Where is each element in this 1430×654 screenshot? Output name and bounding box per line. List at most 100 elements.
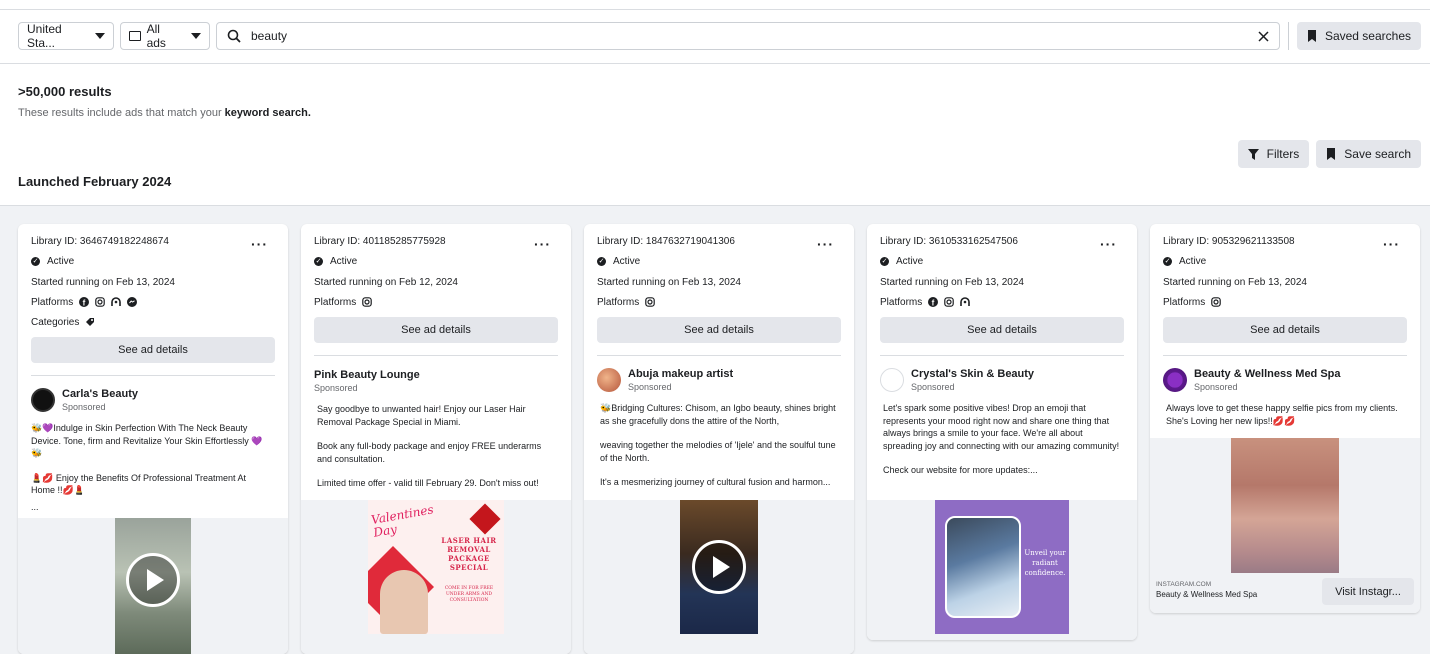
filters-label: Filters xyxy=(1266,147,1300,161)
chevron-down-icon xyxy=(95,33,105,39)
advertiser: Pink Beauty Lounge Sponsored xyxy=(314,369,558,393)
advertiser-name[interactable]: Beauty & Wellness Med Spa xyxy=(1194,368,1341,380)
advertiser-name[interactable]: Abuja makeup artist xyxy=(628,368,733,380)
see-ad-details-button[interactable]: See ad details xyxy=(880,317,1124,343)
more-options-icon[interactable]: ··· xyxy=(817,236,834,252)
ad-text: It's a mesmerizing journey of cultural f… xyxy=(600,477,831,487)
bookmark-icon xyxy=(1307,30,1316,42)
saved-searches-button[interactable]: Saved searches xyxy=(1296,22,1421,50)
save-search-button[interactable]: Save search xyxy=(1316,140,1421,168)
avatar[interactable] xyxy=(880,368,904,392)
search-query[interactable]: beauty xyxy=(251,29,1258,43)
ad-image[interactable] xyxy=(1231,438,1339,573)
header-divider xyxy=(0,63,1430,64)
ad-text: Always love to get these happy selfie pi… xyxy=(1166,403,1398,426)
more-options-icon[interactable]: ··· xyxy=(1100,236,1117,252)
card-divider xyxy=(597,355,841,356)
platforms-label: Platforms xyxy=(314,296,357,308)
library-id: Library ID: 3610533162547506 xyxy=(880,236,1018,247)
advertiser-name[interactable]: Pink Beauty Lounge xyxy=(314,369,420,381)
close-icon[interactable] xyxy=(1258,30,1269,42)
ad-image[interactable]: Unveil your radiant confidence. xyxy=(935,500,1069,634)
card-divider xyxy=(314,355,558,356)
ad-text: Limited time offer - valid till February… xyxy=(317,478,539,488)
ad-type-dropdown[interactable]: All ads xyxy=(120,22,210,50)
avatar[interactable] xyxy=(597,368,621,392)
avatar[interactable] xyxy=(31,388,55,412)
link-footer[interactable]: INSTAGRAM.COM Beauty & Wellness Med Spa … xyxy=(1150,573,1420,613)
play-icon[interactable] xyxy=(126,553,180,607)
search-bar: United Sta... All ads beauty Saved searc… xyxy=(18,22,1421,50)
chevron-down-icon xyxy=(191,33,201,39)
top-divider xyxy=(0,9,1430,10)
search-input[interactable]: beauty xyxy=(216,22,1280,50)
results-subtitle-bold: keyword search. xyxy=(224,107,311,119)
platforms-row: Platforms xyxy=(597,296,841,308)
status-row: ✓ Active xyxy=(597,255,841,267)
platforms-label: Platforms xyxy=(1163,296,1206,308)
see-ad-details-button[interactable]: See ad details xyxy=(597,317,841,343)
library-id: Library ID: 3646749182248674 xyxy=(31,236,169,247)
ad-media[interactable] xyxy=(1150,438,1420,573)
instagram-icon xyxy=(944,297,955,307)
platforms-label: Platforms xyxy=(31,296,74,308)
more-options-icon[interactable]: ··· xyxy=(534,236,551,252)
ad-body: 🐝Bridging Cultures: Chisom, an Igbo beau… xyxy=(597,402,841,489)
heart-icon xyxy=(469,503,501,535)
check-circle-icon: ✓ xyxy=(31,256,40,266)
see-ad-details-button[interactable]: See ad details xyxy=(314,317,558,343)
start-date: Started running on Feb 13, 2024 xyxy=(597,276,741,288)
facebook-icon: f xyxy=(928,297,939,308)
more-options-icon[interactable]: ··· xyxy=(1383,236,1400,252)
advertiser: Crystal's Skin & Beauty Sponsored xyxy=(880,368,1124,392)
check-circle-icon: ✓ xyxy=(1163,256,1172,266)
results-subtitle-text: These results include ads that match you… xyxy=(18,107,225,119)
toolbar-divider xyxy=(1287,22,1289,50)
ad-media[interactable] xyxy=(18,518,288,654)
ad-text: 💄💋 Enjoy the Benefits Of Professional Tr… xyxy=(31,472,247,496)
filters-button[interactable]: Filters xyxy=(1237,140,1310,168)
ad-media[interactable]: Unveil your radiant confidence. xyxy=(867,500,1137,640)
instagram-icon xyxy=(1211,297,1222,307)
start-date: Started running on Feb 13, 2024 xyxy=(31,276,175,288)
saved-searches-label: Saved searches xyxy=(1324,29,1411,43)
model-image xyxy=(380,570,428,634)
more-options-icon[interactable]: ··· xyxy=(251,236,268,252)
play-icon[interactable] xyxy=(692,540,746,594)
library-id: Library ID: 401185285775928 xyxy=(314,236,446,247)
advertiser-name[interactable]: Crystal's Skin & Beauty xyxy=(911,368,1034,380)
monitor-icon xyxy=(129,31,141,41)
result-actions: Filters Save search xyxy=(1237,140,1421,168)
ad-card: Library ID: 3646749182248674 ··· ✓ Active… xyxy=(18,224,288,654)
check-circle-icon: ✓ xyxy=(314,256,323,266)
ad-card: Library ID: 3610533162547506 ··· ✓ Active… xyxy=(867,224,1137,640)
advertiser: Carla's Beauty Sponsored xyxy=(31,388,275,412)
advertiser-name[interactable]: Carla's Beauty xyxy=(62,388,138,400)
ad-body: Always love to get these happy selfie pi… xyxy=(1163,402,1407,427)
ad-card: Library ID: 1847632719041306 ··· ✓ Active… xyxy=(584,224,854,654)
photo-frame xyxy=(945,516,1021,618)
svg-text:f: f xyxy=(932,299,935,308)
ad-text: weaving together the melodies of 'Ijele'… xyxy=(600,440,836,463)
status-label: Active xyxy=(47,255,75,267)
instagram-icon xyxy=(362,297,373,307)
see-ad-details-button[interactable]: See ad details xyxy=(1163,317,1407,343)
status-row: ✓ Active xyxy=(31,255,275,267)
avatar[interactable] xyxy=(1163,368,1187,392)
status-label: Active xyxy=(613,255,641,267)
platforms-label: Platforms xyxy=(880,296,923,308)
ad-type-dropdown-label: All ads xyxy=(146,22,166,50)
ad-text: Book any full-body package and enjoy FRE… xyxy=(317,441,542,464)
audience-network-icon xyxy=(960,297,971,307)
ad-media[interactable]: Valentines Day LASER HAIR REMOVAL PACKAG… xyxy=(301,500,571,654)
advertiser: Beauty & Wellness Med Spa Sponsored xyxy=(1163,368,1407,392)
start-date: Started running on Feb 13, 2024 xyxy=(1163,276,1307,288)
start-date: Started running on Feb 13, 2024 xyxy=(880,276,1024,288)
ad-media[interactable] xyxy=(584,500,854,654)
ad-text: ... xyxy=(31,501,39,512)
status-row: ✓ Active xyxy=(880,255,1124,267)
ad-image[interactable]: Valentines Day LASER HAIR REMOVAL PACKAG… xyxy=(368,500,504,634)
visit-instagram-button[interactable]: Visit Instagr... xyxy=(1322,578,1414,605)
see-ad-details-button[interactable]: See ad details xyxy=(31,337,275,363)
country-dropdown[interactable]: United Sta... xyxy=(18,22,114,50)
